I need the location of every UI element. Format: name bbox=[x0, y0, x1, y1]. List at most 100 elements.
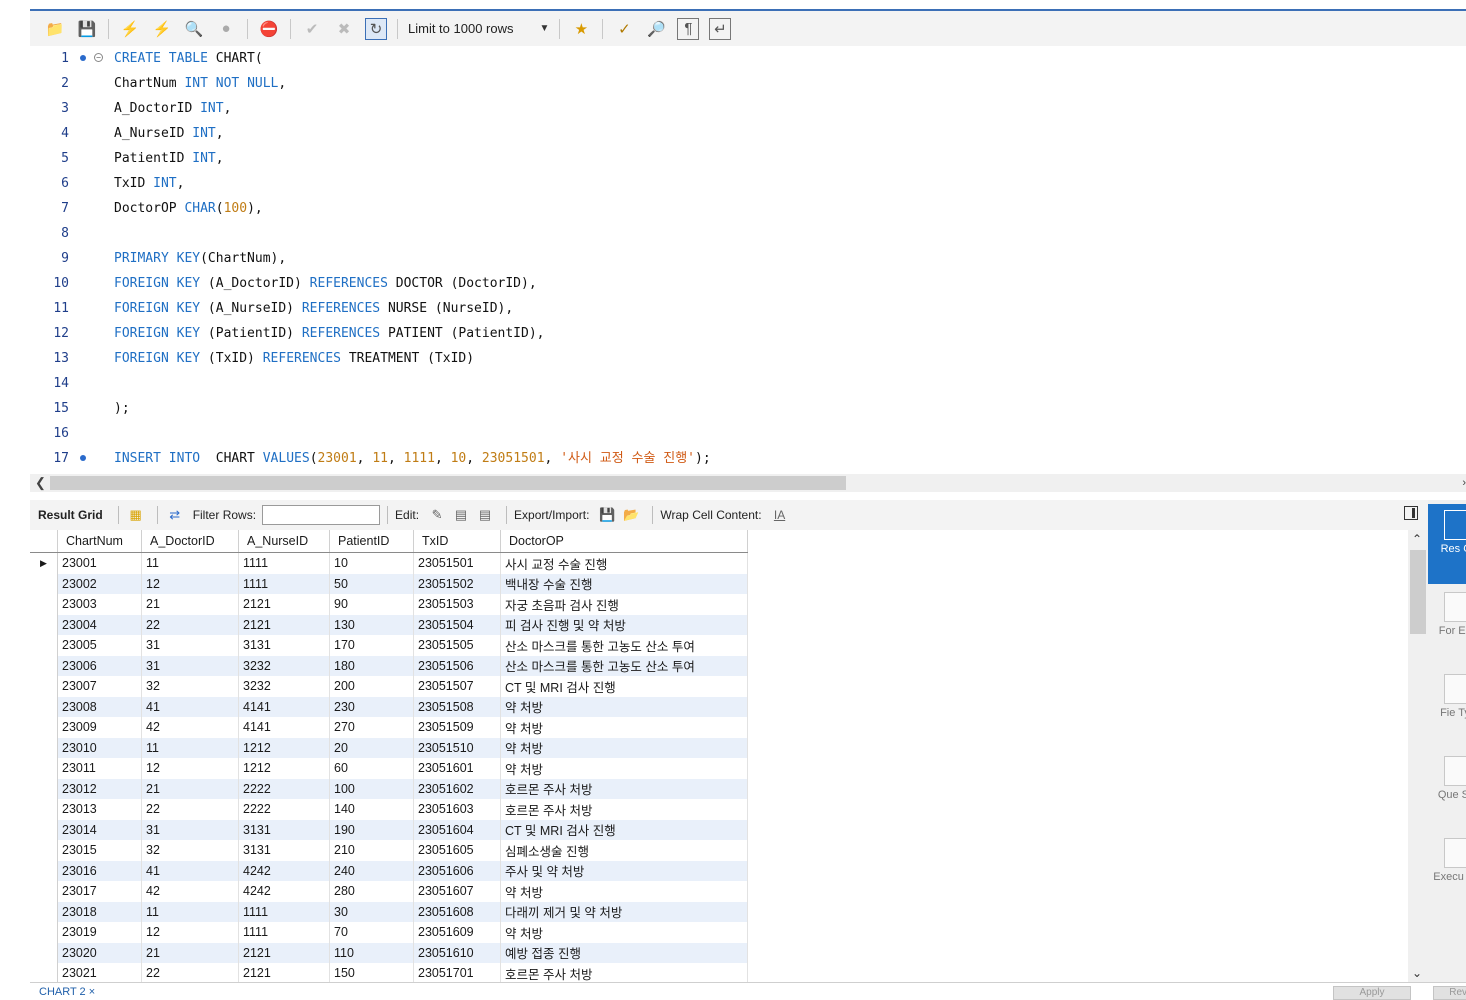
apply-button[interactable]: Apply bbox=[1333, 986, 1411, 1000]
table-cell[interactable]: 1111 bbox=[238, 552, 330, 574]
table-cell[interactable]: 32 bbox=[141, 676, 239, 697]
edit-row-icon[interactable]: ✎ bbox=[427, 506, 447, 524]
table-cell[interactable]: 60 bbox=[329, 758, 414, 779]
table-cell[interactable]: 31 bbox=[141, 819, 239, 840]
scroll-left-icon[interactable]: ❮ bbox=[35, 474, 46, 492]
invisible-chars-icon[interactable]: ¶ bbox=[677, 17, 700, 40]
table-cell[interactable]: 23051604 bbox=[413, 819, 501, 840]
column-header[interactable]: DoctorOP bbox=[500, 530, 748, 553]
table-cell[interactable]: 23020 bbox=[57, 942, 142, 963]
table-cell[interactable]: 2222 bbox=[238, 799, 330, 820]
table-cell[interactable]: 23051606 bbox=[413, 860, 501, 881]
commit-icon[interactable]: ✔ bbox=[301, 18, 323, 40]
editor-line[interactable]: 15); bbox=[30, 396, 1466, 421]
table-row[interactable]: 23002 12 1111 50 23051502 백내장 수술 진행 bbox=[30, 573, 748, 594]
table-cell[interactable]: 200 bbox=[329, 676, 414, 697]
table-cell[interactable]: 23051602 bbox=[413, 778, 501, 799]
sql-editor[interactable]: 1− CREATE TABLE CHART(2 ChartNum INT NOT N… bbox=[30, 46, 1466, 474]
table-cell[interactable]: 3232 bbox=[238, 676, 330, 697]
table-row[interactable]: 23006 31 3232 180 23051506 산소 마스크를 통한 고농도 산소 … bbox=[30, 655, 748, 676]
table-cell[interactable]: 3131 bbox=[238, 635, 330, 656]
table-row[interactable]: 23020 21 2121 110 23051610 예방 접종 진행 bbox=[30, 942, 748, 963]
side-panel-field-types[interactable]: Fie Typ bbox=[1428, 674, 1466, 719]
table-cell[interactable]: CT 및 MRI 검사 진행 bbox=[500, 819, 748, 840]
table-cell[interactable]: 22 bbox=[141, 614, 239, 635]
find-icon[interactable]: 🔎 bbox=[645, 18, 667, 40]
table-row[interactable]: 23016 41 4242 240 23051606 주사 및 약 처방 bbox=[30, 860, 748, 881]
table-cell[interactable]: 호르몬 주사 처방 bbox=[500, 778, 748, 799]
side-panel-result-grid[interactable]: Res Gr bbox=[1428, 504, 1466, 584]
table-cell[interactable]: 약 처방 bbox=[500, 737, 748, 758]
table-cell[interactable]: 23051503 bbox=[413, 594, 501, 615]
table-cell[interactable]: 23051501 bbox=[413, 552, 501, 574]
table-cell[interactable]: 110 bbox=[329, 942, 414, 963]
table-cell[interactable]: 약 처방 bbox=[500, 758, 748, 779]
table-cell[interactable]: 23051506 bbox=[413, 655, 501, 676]
table-cell[interactable]: 2222 bbox=[238, 778, 330, 799]
side-panel-query-stats[interactable]: Que Sta bbox=[1428, 756, 1466, 801]
table-cell[interactable]: 1111 bbox=[238, 901, 330, 922]
filter-rows-input[interactable] bbox=[262, 505, 381, 525]
table-cell[interactable]: 호르몬 주사 처방 bbox=[500, 963, 748, 982]
table-cell[interactable]: 100 bbox=[329, 778, 414, 799]
autocommit-icon[interactable]: ↻ bbox=[365, 17, 387, 40]
table-row[interactable]: 23013 22 2222 140 23051603 호르몬 주사 처방 bbox=[30, 799, 748, 820]
table-cell[interactable]: 23018 bbox=[57, 901, 142, 922]
editor-line[interactable]: 3 A_DoctorID INT, bbox=[30, 96, 1466, 121]
editor-line[interactable]: 11 FOREIGN KEY (A_NurseID) REFERENCES NUR… bbox=[30, 296, 1466, 321]
table-cell[interactable]: 주사 및 약 처방 bbox=[500, 860, 748, 881]
editor-line[interactable]: 7 DoctorOP CHAR(100), bbox=[30, 196, 1466, 221]
explain-icon[interactable]: 🔍 bbox=[183, 18, 205, 40]
editor-line[interactable]: 6 TxID INT, bbox=[30, 171, 1466, 196]
table-cell[interactable]: 130 bbox=[329, 614, 414, 635]
table-cell[interactable]: 12 bbox=[141, 573, 239, 594]
toggle-side-panel-icon[interactable] bbox=[1404, 506, 1418, 520]
table-cell[interactable]: 2121 bbox=[238, 942, 330, 963]
table-cell[interactable]: 23005 bbox=[57, 635, 142, 656]
editor-line[interactable]: 14 bbox=[30, 371, 1466, 396]
scroll-up-icon[interactable]: ⌃ bbox=[1412, 532, 1422, 546]
stop-icon[interactable]: ● bbox=[215, 18, 237, 40]
table-cell[interactable]: 4141 bbox=[238, 696, 330, 717]
fold-toggle-icon[interactable]: − bbox=[94, 53, 103, 62]
table-cell[interactable]: 23004 bbox=[57, 614, 142, 635]
execute-current-icon[interactable]: ⚡ bbox=[151, 18, 173, 40]
table-cell[interactable]: 자궁 초음파 검사 진행 bbox=[500, 594, 748, 615]
table-cell[interactable]: 2121 bbox=[238, 594, 330, 615]
column-header[interactable]: A_DoctorID bbox=[141, 530, 239, 553]
table-cell[interactable]: 약 처방 bbox=[500, 881, 748, 902]
table-cell[interactable]: 32 bbox=[141, 840, 239, 861]
table-cell[interactable]: 23017 bbox=[57, 881, 142, 902]
editor-line[interactable]: 9 PRIMARY KEY(ChartNum), bbox=[30, 246, 1466, 271]
table-cell[interactable]: 22 bbox=[141, 799, 239, 820]
table-cell[interactable]: 150 bbox=[329, 963, 414, 982]
table-cell[interactable]: 21 bbox=[141, 594, 239, 615]
table-cell[interactable]: 90 bbox=[329, 594, 414, 615]
table-cell[interactable]: 31 bbox=[141, 655, 239, 676]
editor-line[interactable]: 1 − CREATE TABLE CHART( bbox=[30, 46, 1466, 71]
table-cell[interactable]: 11 bbox=[141, 901, 239, 922]
delete-row-icon[interactable]: ▤ bbox=[475, 506, 495, 524]
editor-horizontal-scrollbar[interactable]: ❮ › bbox=[30, 474, 1466, 492]
table-cell[interactable]: 피 검사 진행 및 약 처방 bbox=[500, 614, 748, 635]
table-cell[interactable]: 산소 마스크를 통한 고농도 산소 투여 bbox=[500, 655, 748, 676]
table-row[interactable]: 23007 32 3232 200 23051507 CT 및 MRI 검사 진행 bbox=[30, 676, 748, 697]
table-cell[interactable]: 23051504 bbox=[413, 614, 501, 635]
table-cell[interactable]: 42 bbox=[141, 881, 239, 902]
column-header[interactable]: A_NurseID bbox=[238, 530, 330, 553]
limit-rows-select[interactable]: Limit to 1000 rows ▼ bbox=[408, 21, 549, 36]
scrollbar-thumb[interactable] bbox=[1410, 550, 1426, 634]
table-cell[interactable]: 21 bbox=[141, 942, 239, 963]
grid-vertical-scrollbar[interactable]: ⌃ ⌄ bbox=[1408, 530, 1428, 982]
table-cell[interactable]: 20 bbox=[329, 737, 414, 758]
wrap-cell-icon[interactable]: IA bbox=[770, 506, 790, 524]
table-cell[interactable]: 23006 bbox=[57, 655, 142, 676]
table-cell[interactable]: 4242 bbox=[238, 881, 330, 902]
editor-line[interactable]: 5 PatientID INT, bbox=[30, 146, 1466, 171]
table-row[interactable]: 23018 11 1111 30 23051608 다래끼 제거 및 약 처방 bbox=[30, 901, 748, 922]
save-icon[interactable]: 💾 bbox=[76, 18, 98, 40]
export-icon[interactable]: 💾 bbox=[597, 506, 617, 524]
table-cell[interactable]: 170 bbox=[329, 635, 414, 656]
table-row[interactable]: 23009 42 4141 270 23051509 약 처방 bbox=[30, 717, 748, 738]
table-cell[interactable]: 1111 bbox=[238, 922, 330, 943]
